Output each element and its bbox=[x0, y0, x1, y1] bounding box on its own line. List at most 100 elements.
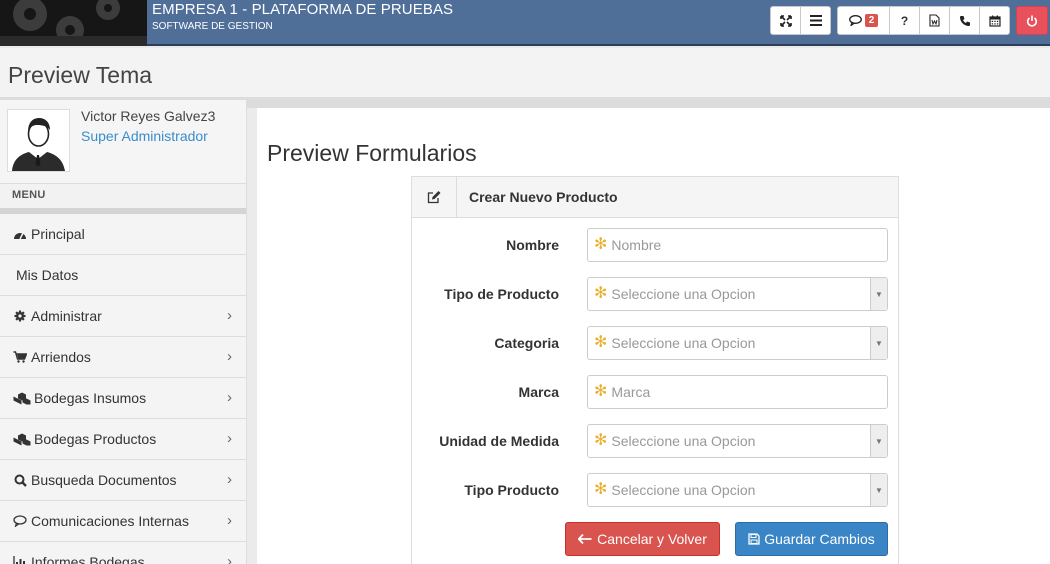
asterisk-icon: ✻ bbox=[594, 236, 608, 253]
asterisk-icon: ✻ bbox=[594, 481, 608, 498]
sidebar-item-label: Bodegas Insumos bbox=[34, 390, 147, 406]
sidebar-item-label: Administrar bbox=[31, 308, 102, 324]
form-row-tipo-de-producto: Tipo de Producto ✻ Seleccione una Opcion… bbox=[412, 277, 900, 311]
asterisk-icon: ✻ bbox=[594, 383, 608, 400]
user-name: Victor Reyes Galvez3 bbox=[81, 108, 216, 124]
power-icon bbox=[1026, 15, 1038, 27]
search-icon bbox=[12, 473, 28, 487]
product-form-panel: Crear Nuevo Producto Nombre ✻ Nombre Tip… bbox=[411, 176, 899, 564]
sidebar-item-bodegas-insumos[interactable]: Bodegas Insumos › bbox=[0, 378, 246, 419]
content-title: Preview Formularios bbox=[267, 140, 477, 166]
menu-toggle-button[interactable] bbox=[800, 6, 831, 35]
caret-down-icon: ▼ bbox=[870, 327, 887, 359]
edit-icon bbox=[412, 177, 457, 217]
messages-badge: 2 bbox=[864, 14, 879, 27]
select-placeholder: Seleccione una Opcion bbox=[611, 433, 756, 449]
calendar-button[interactable] bbox=[979, 6, 1010, 35]
cart-icon bbox=[12, 350, 28, 364]
company-logo bbox=[0, 0, 147, 46]
sidebar: Victor Reyes Galvez3 Super Administrador… bbox=[0, 100, 247, 564]
sidebar-item-comunicaciones-internas[interactable]: Comunicaciones Internas › bbox=[0, 501, 246, 542]
chevron-right-icon: › bbox=[227, 553, 232, 564]
asterisk-icon: ✻ bbox=[594, 432, 608, 449]
categoria-select[interactable]: ✻ Seleccione una Opcion ▼ bbox=[587, 326, 888, 360]
user-role-link[interactable]: Super Administrador bbox=[81, 128, 208, 144]
calendar-icon bbox=[988, 15, 1001, 27]
logout-button[interactable] bbox=[1016, 6, 1048, 35]
utility-toolbar: 2 ? bbox=[837, 6, 1010, 35]
main-content: Preview Formularios Crear Nuevo Producto… bbox=[257, 108, 1050, 564]
menu-section-label: MENU bbox=[0, 184, 246, 214]
select-placeholder: Seleccione una Opcion bbox=[611, 335, 756, 351]
avatar[interactable] bbox=[7, 109, 70, 172]
field-label: Tipo de Producto bbox=[444, 286, 559, 302]
sidebar-item-label: Bodegas Productos bbox=[34, 431, 157, 447]
chevron-right-icon: › bbox=[227, 430, 232, 447]
field-label: Nombre bbox=[506, 237, 559, 253]
document-icon bbox=[929, 14, 940, 27]
phone-button[interactable] bbox=[949, 6, 980, 35]
documents-button[interactable] bbox=[919, 6, 950, 35]
tipo-producto-select[interactable]: ✻ Seleccione una Opcion ▼ bbox=[587, 473, 888, 507]
bar-chart-icon bbox=[12, 555, 28, 564]
sidebar-item-informes-bodegas[interactable]: Informes Bodegas › bbox=[0, 542, 246, 564]
select-placeholder: Seleccione una Opcion bbox=[611, 286, 756, 302]
comment-icon bbox=[12, 514, 28, 528]
field-label: Tipo Producto bbox=[464, 482, 559, 498]
company-title: EMPRESA 1 - PLATAFORMA DE PRUEBAS bbox=[152, 1, 454, 18]
save-icon bbox=[748, 533, 760, 545]
sidebar-item-administrar[interactable]: Administrar › bbox=[0, 296, 246, 337]
chevron-right-icon: › bbox=[227, 389, 232, 406]
cubes-icon bbox=[12, 432, 31, 446]
form-row-categoria: Categoria ✻ Seleccione una Opcion ▼ bbox=[412, 326, 900, 360]
sidebar-item-label: Informes Bodegas bbox=[31, 554, 145, 564]
unidad-de-medida-select[interactable]: ✻ Seleccione una Opcion ▼ bbox=[587, 424, 888, 458]
cancel-button[interactable]: Cancelar y Volver bbox=[565, 522, 720, 556]
caret-down-icon: ▼ bbox=[870, 278, 887, 310]
dashboard-icon bbox=[12, 227, 28, 241]
sidebar-item-bodegas-productos[interactable]: Bodegas Productos › bbox=[0, 419, 246, 460]
sidebar-item-mis-datos[interactable]: Mis Datos bbox=[0, 255, 246, 296]
form-row-unidad-de-medida: Unidad de Medida ✻ Seleccione una Opcion… bbox=[412, 424, 900, 458]
sidebar-item-label: Mis Datos bbox=[16, 267, 79, 283]
panel-header: Crear Nuevo Producto bbox=[412, 177, 898, 218]
cancel-button-label: Cancelar y Volver bbox=[597, 531, 707, 547]
tipo-de-producto-select[interactable]: ✻ Seleccione una Opcion ▼ bbox=[587, 277, 888, 311]
top-bar: EMPRESA 1 - PLATAFORMA DE PRUEBAS SOFTWA… bbox=[0, 0, 1050, 46]
expand-icon bbox=[779, 14, 792, 27]
sidebar-item-label: Busqueda Documentos bbox=[31, 472, 177, 488]
input-placeholder: Nombre bbox=[611, 237, 662, 253]
company-subtitle: SOFTWARE DE GESTION bbox=[152, 21, 273, 32]
sidebar-item-label: Principal bbox=[31, 226, 85, 242]
sidebar-item-label: Comunicaciones Internas bbox=[31, 513, 189, 529]
nombre-input[interactable]: ✻ Nombre bbox=[587, 228, 888, 262]
input-placeholder: Marca bbox=[611, 384, 651, 400]
sidebar-item-busqueda-documentos[interactable]: Busqueda Documentos › bbox=[0, 460, 246, 501]
chevron-right-icon: › bbox=[227, 348, 232, 365]
page-header: Preview Tema bbox=[0, 48, 1050, 98]
form-row-marca: Marca ✻ Marca bbox=[412, 375, 900, 409]
view-toolbar bbox=[770, 6, 831, 35]
sidebar-item-principal[interactable]: Principal bbox=[0, 214, 246, 255]
arrow-left-icon bbox=[578, 534, 592, 544]
chevron-right-icon: › bbox=[227, 512, 232, 529]
chevron-right-icon: › bbox=[227, 471, 232, 488]
sidebar-item-arriendos[interactable]: Arriendos › bbox=[0, 337, 246, 378]
marca-input[interactable]: ✻ Marca bbox=[587, 375, 888, 409]
fullscreen-button[interactable] bbox=[770, 6, 801, 35]
chevron-right-icon: › bbox=[227, 307, 232, 324]
help-icon: ? bbox=[900, 13, 909, 28]
panel-title: Crear Nuevo Producto bbox=[469, 189, 618, 205]
asterisk-icon: ✻ bbox=[594, 285, 608, 302]
user-panel: Victor Reyes Galvez3 Super Administrador bbox=[0, 100, 246, 184]
field-label: Unidad de Medida bbox=[439, 433, 559, 449]
caret-down-icon: ▼ bbox=[870, 474, 887, 506]
gear-icon bbox=[12, 309, 28, 323]
select-placeholder: Seleccione una Opcion bbox=[611, 482, 756, 498]
messages-button[interactable]: 2 bbox=[837, 6, 890, 35]
cubes-icon bbox=[12, 391, 31, 405]
save-button-label: Guardar Cambios bbox=[764, 531, 875, 547]
save-button[interactable]: Guardar Cambios bbox=[735, 522, 888, 556]
user-avatar-icon bbox=[12, 118, 65, 171]
help-button[interactable]: ? bbox=[889, 6, 920, 35]
